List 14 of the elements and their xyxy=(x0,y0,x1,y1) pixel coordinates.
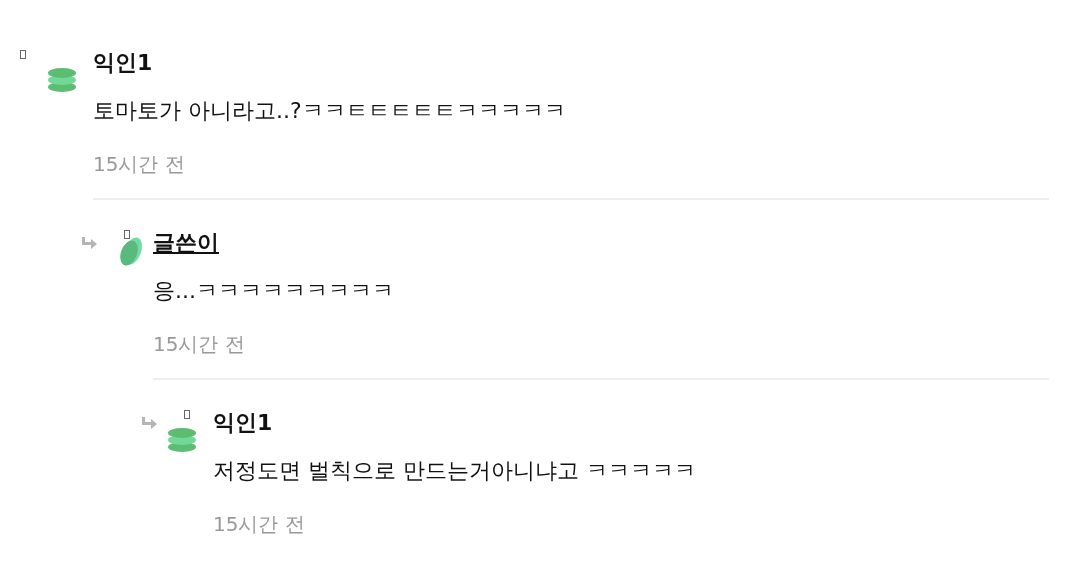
comment-author: 글쓴이 xyxy=(153,229,219,257)
comment-text: 토마토가 아니라고..?ㅋㅋㅌㅌㅌㅌㅌㅋㅋㅋㅋㅋ xyxy=(93,97,567,125)
small-square-icon xyxy=(184,410,190,419)
comment-text: 응...ㅋㅋㅋㅋㅋㅋㅋㅋㅋ xyxy=(153,277,395,305)
reply-arrow-icon xyxy=(80,236,98,252)
comment-time: 15시간 전 xyxy=(153,331,246,358)
small-square-icon xyxy=(20,50,26,59)
comment-time: 15시간 전 xyxy=(93,151,186,178)
comment-text: 저정도면 벌칙으로 만드는거아니냐고 ㅋㅋㅋㅋㅋ xyxy=(213,457,697,485)
comment-time: 15시간 전 xyxy=(213,511,306,538)
comment-author: 익인1 xyxy=(213,409,273,437)
small-square-icon xyxy=(124,230,130,239)
reply-arrow-icon xyxy=(140,416,158,432)
comment-author: 익인1 xyxy=(93,49,153,77)
